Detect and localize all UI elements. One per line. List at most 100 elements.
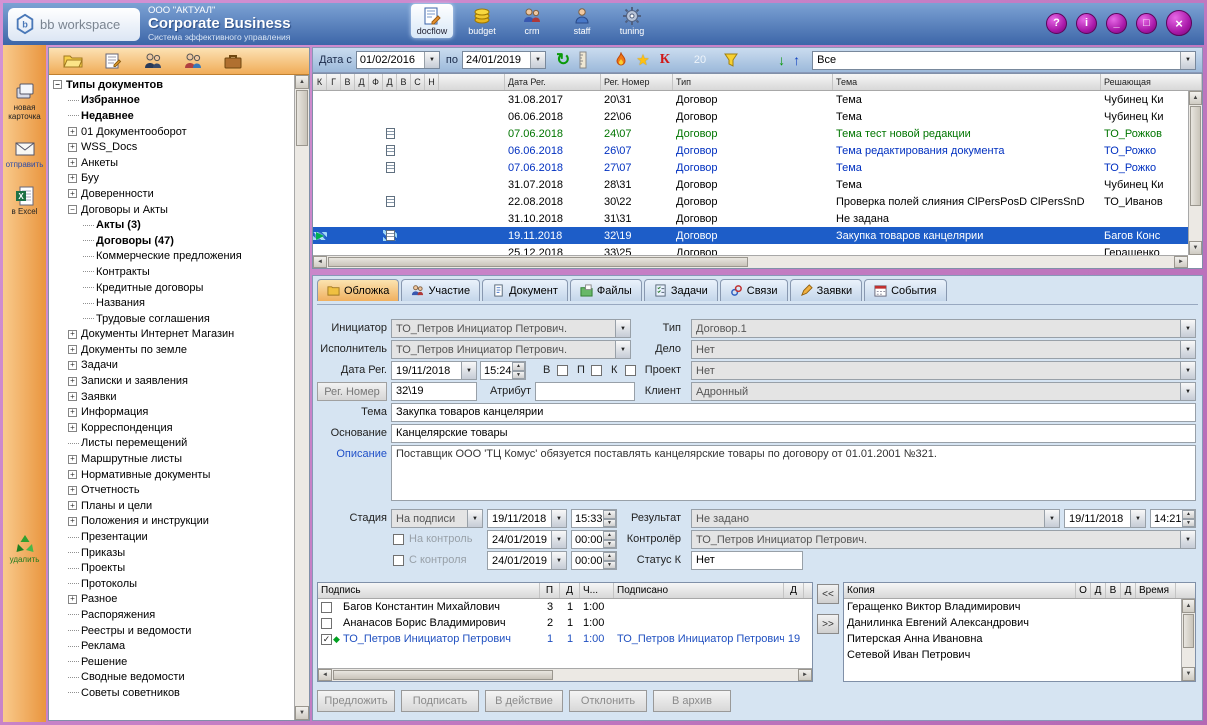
close-button[interactable]: × [1166,10,1192,36]
sign-column-header[interactable]: Подписано [614,583,784,598]
sign-checkbox[interactable] [321,602,332,613]
scroll-down-icon[interactable]: ▼ [1182,667,1195,681]
grid-icon-column-header[interactable]: В [397,74,411,90]
add-all-copies-button[interactable]: >> [817,614,839,634]
folder-open-icon[interactable] [63,52,83,70]
maximize-button[interactable]: □ [1136,13,1157,34]
tab-files[interactable]: Файлы [570,279,642,301]
case-combo[interactable]: Нет▼ [691,340,1196,359]
expand-icon[interactable]: + [68,595,77,604]
flag-v-checkbox[interactable] [557,365,568,376]
people-icon[interactable] [183,52,203,70]
scroll-down-icon[interactable]: ▼ [295,706,309,720]
expand-icon[interactable]: + [68,470,77,479]
tree-item[interactable]: +Маршрутные листы [49,451,294,467]
sign-column-header[interactable]: Д [784,583,804,598]
dropdown-arrow-icon[interactable]: ▼ [461,362,476,379]
tree-item[interactable]: Презентации [49,529,294,545]
expand-icon[interactable]: + [68,455,77,464]
grid-row[interactable]: 22.08.201830\22ДоговорПроверка полей сли… [313,193,1202,210]
managers-icon[interactable] [143,52,163,70]
grid-vscrollbar[interactable]: ▲ ▼ [1188,91,1202,255]
result-combo[interactable]: Не задано▼ [691,509,1060,528]
refresh-icon[interactable]: ↻ [556,50,570,70]
tab-tasks[interactable]: Задачи [644,279,718,301]
sign-row[interactable]: Ананасов Борис Владимирович211:00 [318,615,812,631]
tree-item[interactable]: +WSS_Docs [49,139,294,155]
dropdown-arrow-icon[interactable]: ▼ [1044,510,1059,527]
date-to-input[interactable]: 24/01/2019 ▼ [462,51,546,69]
tab-events[interactable]: События [864,279,946,301]
copy-column-header[interactable]: В [1106,583,1121,598]
off-control-time-input[interactable]: 00:00▲▼ [571,551,617,570]
off-control-checkbox[interactable] [393,555,404,566]
dropdown-arrow-icon[interactable]: ▼ [1180,52,1195,69]
grid-column-header[interactable]: Рег. Номер [601,74,673,90]
project-combo[interactable]: Нет▼ [691,361,1196,380]
tree-item[interactable]: Названия [49,295,294,311]
sign-row[interactable]: ✓◆ТО_Петров Инициатор Петрович111:00ТО_П… [318,631,812,647]
grid-row[interactable]: 07.06.201827\07ДоговорТемаТО_Рожко [313,159,1202,176]
grid-icon-column-header[interactable]: Д [355,74,369,90]
tree-item[interactable]: Кредитные договоры [49,280,294,296]
executor-combo[interactable]: ТО_Петров Инициатор Петрович.▼ [391,340,631,359]
spin-down-icon[interactable]: ▼ [512,371,525,380]
grid-column-header[interactable]: Решающая [1101,74,1202,90]
ruler-icon[interactable] [578,51,588,69]
tree-item[interactable]: −Договоры и Акты [49,202,294,218]
module-crm[interactable]: crm [511,4,553,38]
on-control-checkbox[interactable] [393,534,404,545]
tab-cover[interactable]: Обложка [317,279,399,301]
scroll-right-icon[interactable]: ► [798,669,812,681]
tree-item[interactable]: Листы перемещений [49,436,294,452]
copy-row[interactable]: Данилинка Евгений Александрович [844,615,1195,631]
on-control-date-input[interactable]: 24/01/2019▼ [487,530,567,549]
scroll-thumb[interactable] [1190,106,1201,206]
basis-input[interactable]: Канцелярские товары [391,424,1196,443]
stage-time-input[interactable]: 15:33▲▼ [571,509,617,528]
dropdown-arrow-icon[interactable]: ▼ [551,510,566,527]
reject-button[interactable]: Отклонить [569,690,647,712]
tree-item[interactable]: Советы советников [49,685,294,701]
arrow-up-icon[interactable]: ↑ [793,52,800,68]
tree-item[interactable]: +Корреспонденция [49,420,294,436]
expand-icon[interactable]: + [68,377,77,386]
tree-item[interactable]: Трудовые соглашения [49,311,294,327]
tree-item[interactable]: Контракты [49,264,294,280]
grid-hscrollbar[interactable]: ◄ ► [313,255,1188,268]
tab-links[interactable]: Связи [720,279,788,301]
flame-icon[interactable] [614,52,628,68]
grid-icon-column-header[interactable]: К [313,74,327,90]
client-combo[interactable]: Адронный▼ [691,382,1196,401]
module-budget[interactable]: budget [461,4,503,38]
stage-date-input[interactable]: 19/11/2018▼ [487,509,567,528]
sign-button[interactable]: Подписать [401,690,479,712]
notepad-icon[interactable] [103,52,123,70]
tree-item[interactable]: Реестры и ведомости [49,623,294,639]
reg-num-button[interactable]: Рег. Номер [317,382,387,401]
favorites-star-icon[interactable]: ★ [636,51,649,69]
dropdown-arrow-icon[interactable]: ▼ [1130,510,1145,527]
date-from-input[interactable]: 01/02/2016 ▼ [356,51,440,69]
dropdown-arrow-icon[interactable]: ▼ [1180,341,1195,358]
scroll-up-icon[interactable]: ▲ [1189,91,1202,105]
dropdown-arrow-icon[interactable]: ▼ [1180,383,1195,400]
spin-down-icon[interactable]: ▼ [1182,519,1195,528]
expand-icon[interactable]: + [68,189,77,198]
tree-item[interactable]: +Буу [49,171,294,187]
remove-all-copies-button[interactable]: << [817,584,839,604]
tree-item[interactable]: +Разное [49,592,294,608]
tree-item[interactable]: +Анкеты [49,155,294,171]
arrow-down-icon[interactable]: ↓ [778,52,785,68]
time-spinner[interactable]: ▲▼ [1182,510,1195,527]
expand-icon[interactable]: + [68,330,77,339]
scroll-thumb[interactable] [296,90,308,146]
tree-item[interactable]: +Положения и инструкции [49,514,294,530]
expand-icon[interactable]: + [68,501,77,510]
status-k-input[interactable]: Нет [691,551,803,570]
filter-funnel-icon[interactable] [724,53,738,67]
tree-item[interactable]: Коммерческие предложения [49,249,294,265]
tree-item[interactable]: Сводные ведомости [49,670,294,686]
tree-item[interactable]: +Нормативные документы [49,467,294,483]
activate-button[interactable]: В действие [485,690,563,712]
